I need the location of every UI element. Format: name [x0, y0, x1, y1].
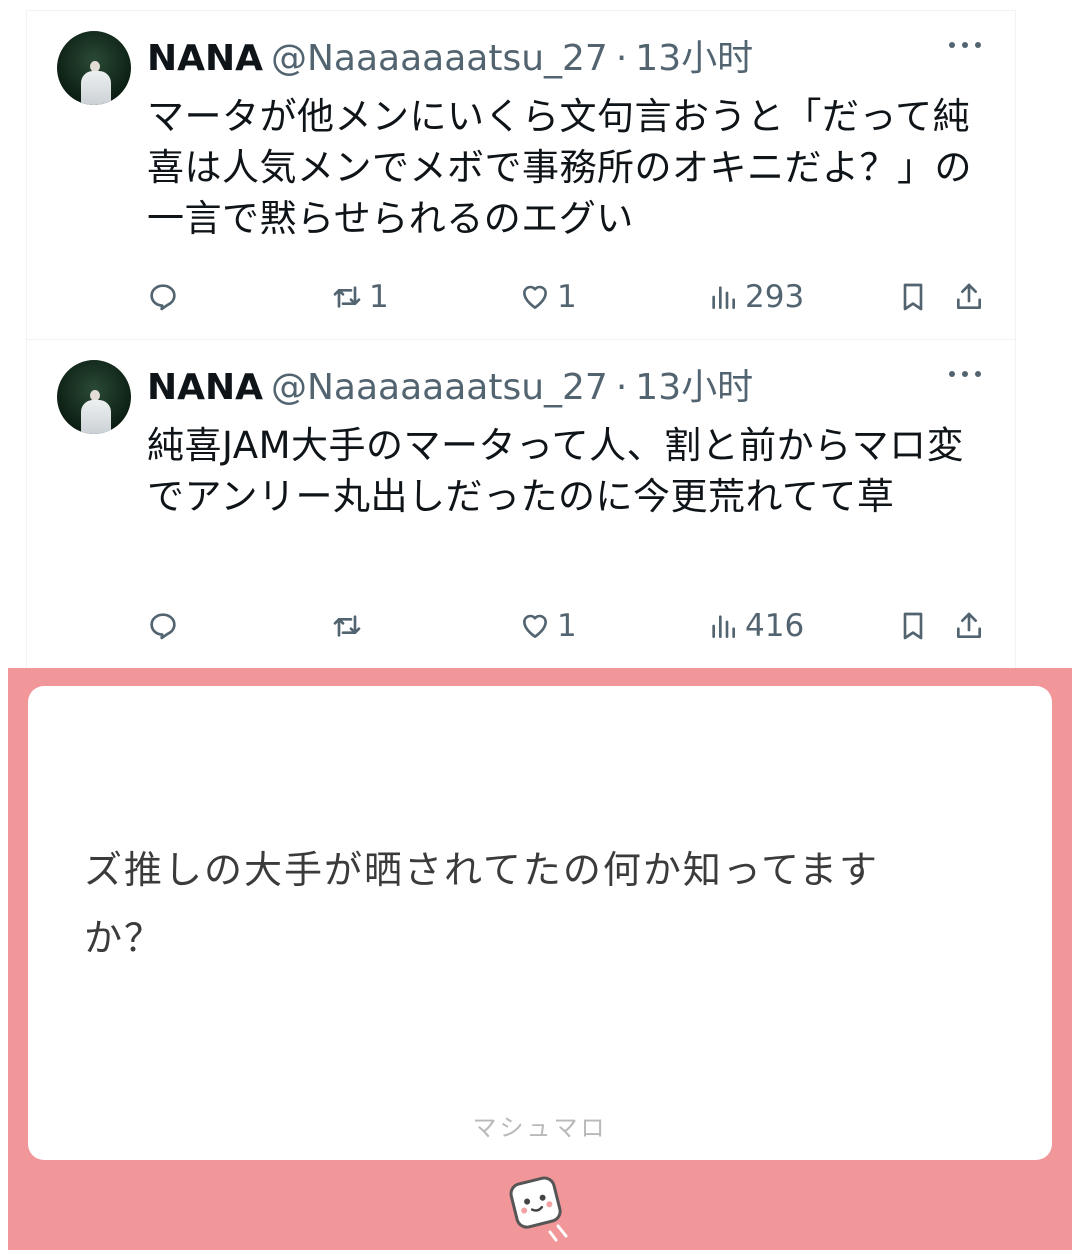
tweet-header: NANA @Naaaaaaatsu_27 · 13小时: [147, 364, 753, 412]
reply-button[interactable]: [147, 277, 185, 317]
views-icon: [712, 286, 735, 309]
like-count: 1: [557, 608, 577, 644]
tweet-time[interactable]: 13小时: [635, 364, 753, 412]
reply-icon: [150, 284, 176, 311]
marshmallow-card: ズ推しの大手が晒されてたの何か知ってますか？ マシュマロ: [28, 686, 1052, 1160]
reply-button[interactable]: [147, 606, 185, 646]
more-icon[interactable]: [949, 37, 981, 53]
reply-icon: [150, 613, 176, 640]
display-name[interactable]: NANA: [147, 35, 263, 83]
views-count: 416: [745, 608, 805, 644]
separator-dot: ·: [615, 367, 628, 408]
views-button[interactable]: 416: [707, 606, 804, 646]
retweet-icon: [333, 286, 361, 308]
like-count: 1: [557, 279, 577, 315]
share-button[interactable]: [953, 277, 985, 317]
views-count: 293: [745, 279, 805, 315]
share-icon: [957, 612, 981, 638]
marshmallow-brand: マシュマロ: [472, 1114, 608, 1142]
bookmark-button[interactable]: [897, 606, 929, 646]
retweet-button[interactable]: [331, 606, 369, 646]
like-icon: [523, 614, 547, 638]
retweet-count: 1: [369, 279, 389, 315]
avatar[interactable]: [57, 31, 131, 105]
bookmark-icon: [903, 612, 923, 640]
tweet-time[interactable]: 13小时: [635, 35, 753, 83]
like-button[interactable]: 1: [519, 606, 577, 646]
retweet-icon: [333, 615, 361, 637]
more-icon[interactable]: [949, 366, 981, 382]
display-name[interactable]: NANA: [147, 364, 263, 412]
marshmallow-question: ズ推しの大手が晒されてたの何か知ってますか？: [84, 848, 880, 960]
bookmark-icon: [903, 283, 923, 311]
views-button[interactable]: 293: [707, 277, 804, 317]
tweet-card[interactable]: NANA @Naaaaaaatsu_27 · 13小时 マータが他メンにいくら文…: [26, 10, 1016, 340]
tweet-actions: 1 416: [147, 606, 985, 646]
views-icon: [712, 615, 735, 638]
tweet-header: NANA @Naaaaaaatsu_27 · 13小时: [147, 35, 753, 83]
tweet-text: 純喜JAM大手のマータって人、割と前からマロ変でアンリー丸出しだったのに今更荒れ…: [147, 424, 965, 518]
user-handle[interactable]: @Naaaaaaatsu_27: [271, 364, 608, 412]
share-icon: [957, 283, 981, 309]
like-button[interactable]: 1: [519, 277, 577, 317]
tweet-text: マータが他メンにいくら文句言おうと「だって純喜は人気メンでメボで事務所のオキニだ…: [147, 95, 972, 240]
tweet-card[interactable]: NANA @Naaaaaaatsu_27 · 13小时 純喜JAM大手のマータっ…: [26, 340, 1016, 668]
marshmallow-logo: [509, 1176, 568, 1242]
retweet-button[interactable]: 1: [331, 277, 389, 317]
user-handle[interactable]: @Naaaaaaatsu_27: [271, 35, 608, 83]
share-button[interactable]: [953, 606, 985, 646]
separator-dot: ·: [615, 38, 628, 79]
bookmark-button[interactable]: [897, 277, 929, 317]
tweet-actions: 1 1 293: [147, 277, 985, 317]
avatar[interactable]: [57, 360, 131, 434]
like-icon: [523, 285, 547, 309]
